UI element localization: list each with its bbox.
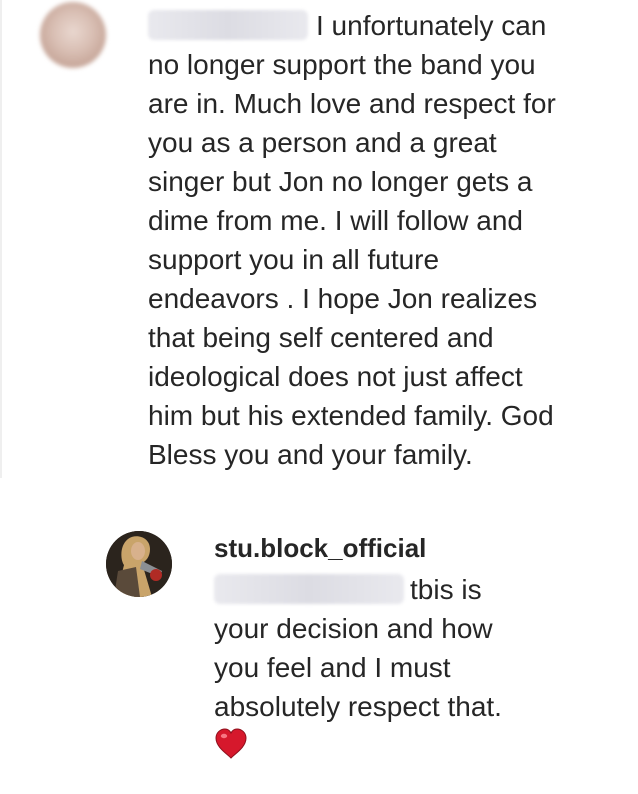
reply-line: you feel and I must — [214, 652, 451, 683]
thread-divider — [0, 0, 2, 478]
comment-body: I unfortunately can no longer support th… — [148, 6, 556, 474]
comment-line: support you in all future — [148, 244, 440, 275]
comment-line: ideological does not just affect — [148, 361, 523, 392]
comment-line: that being self centered and — [148, 322, 494, 353]
comment-line: Bless you and your family. — [148, 439, 473, 470]
red-heart-icon — [215, 728, 247, 759]
comment-line: endeavors . I hope Jon realizes — [148, 283, 538, 314]
comment-line: you as a person and a great — [148, 127, 497, 158]
comment-line: dime from me. I will follow and — [148, 205, 524, 236]
reply-line: absolutely respect that. — [214, 691, 502, 722]
comment-line: singer but Jon no longer gets a — [148, 166, 533, 197]
reply-line: your decision and how — [214, 613, 493, 644]
reply-body: tbis is your decision and how you feel a… — [214, 570, 502, 726]
comment-line: are in. Much love and respect for — [148, 88, 556, 119]
comment-line: I unfortunately can — [316, 10, 547, 41]
reply-avatar[interactable] — [106, 531, 172, 597]
profile-avatar-icon — [106, 531, 172, 597]
commenter-avatar[interactable] — [40, 2, 106, 68]
reply-username[interactable]: stu.block_official — [214, 533, 426, 564]
reply-line: tbis is — [410, 574, 482, 605]
comment-line: him but his extended family. God — [148, 400, 554, 431]
comment-line: no longer support the band you — [148, 49, 536, 80]
